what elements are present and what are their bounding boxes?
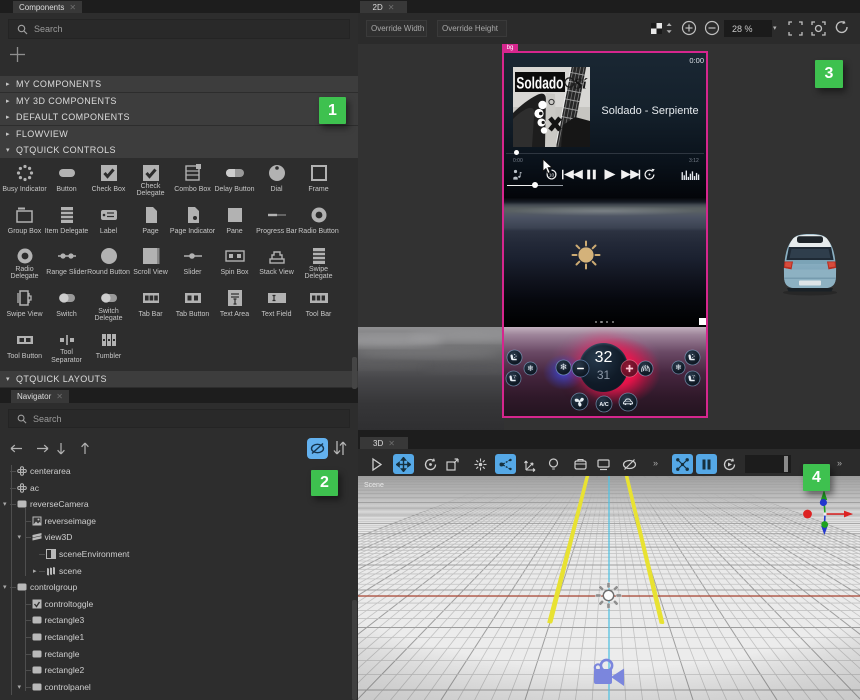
svg-text:Scene: Scene (364, 482, 384, 489)
